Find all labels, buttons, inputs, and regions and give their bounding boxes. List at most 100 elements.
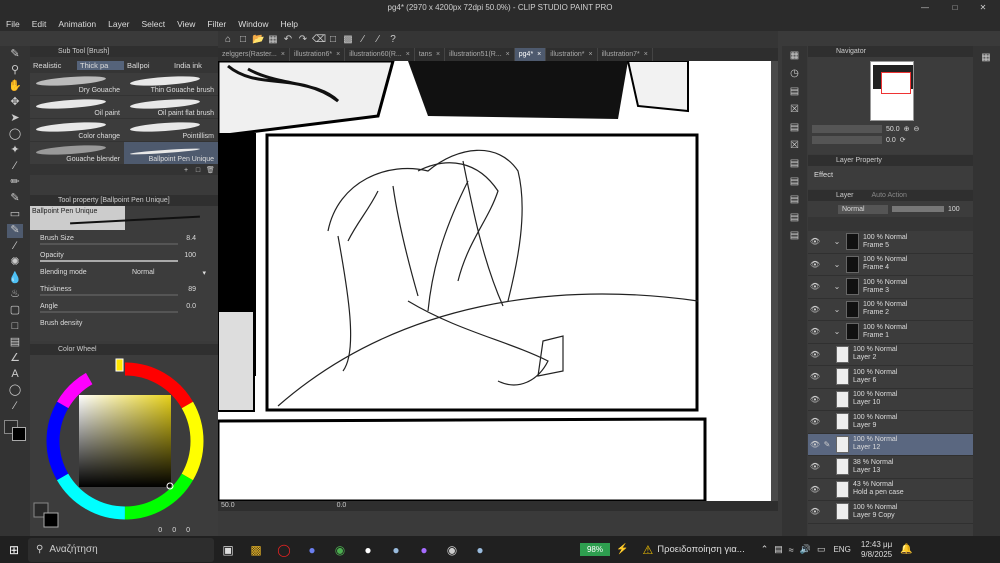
clip-studio-icon[interactable]: ● [354,536,382,563]
tab-document[interactable]: zelggers(Raster... × [218,48,290,61]
warning-icon[interactable]: ⚠ [642,543,653,557]
network-icon[interactable]: ▤ [774,544,783,555]
home-icon[interactable]: ⌂ [222,34,234,46]
add-subtool-icon[interactable]: + [182,165,190,174]
figure-icon[interactable]: □ [7,320,23,334]
marker-icon[interactable]: ✎ [7,192,23,206]
materials-icon[interactable]: ▤ [789,86,801,98]
subtool-tab[interactable]: India ink [171,61,218,70]
brush-icon[interactable]: ✎ [7,224,23,238]
brush-item[interactable]: Oil paint flat brush [124,96,218,119]
pencil-icon[interactable]: ✏ [7,176,23,190]
opera-icon[interactable]: ◯ [270,536,298,563]
rotation-value[interactable]: 0.0 [337,502,347,509]
text-icon[interactable]: A [7,368,23,382]
zoom-slider[interactable] [812,125,882,133]
chevron-down-icon[interactable]: ⌄ [832,305,842,314]
layer-row[interactable]: 👁 38 % Normal Layer 13 [808,456,973,479]
close-button[interactable]: ✕ [968,0,998,16]
layer-row[interactable]: 👁 ⌄ 100 % Normal Frame 4 [808,254,973,276]
redo-icon[interactable]: ↷ [297,34,309,46]
warning-text[interactable]: Προειδοποίηση για... [657,544,745,555]
menu-help[interactable]: Help [274,19,303,29]
menu-layer[interactable]: Layer [102,19,135,29]
layer-row[interactable]: 👁 ⌄ 100 % Normal Frame 5 [808,231,973,254]
layer-row[interactable]: 👁 100 % Normal Layer 9 Copy [808,501,973,524]
opacity-slider[interactable]: Opacity 100 [30,247,218,264]
ruler-tool-icon[interactable]: ∠ [7,352,23,366]
messenger-icon[interactable]: ● [410,536,438,563]
layer-row[interactable]: 👁 ✎ 100 % Normal Layer 12 [808,433,973,456]
brush-density-slider[interactable]: Brush density [30,315,218,332]
airbrush-icon[interactable]: ∕ [7,240,23,254]
open-icon[interactable]: 📂 [252,34,264,46]
fill-icon[interactable]: ▩ [342,34,354,46]
tab-document[interactable]: illustration51(R... × [445,48,515,61]
chevron-down-icon[interactable]: ⌄ [832,237,842,246]
brush-item-selected[interactable]: Ballpoint Pen Unique [124,142,218,165]
layer-row[interactable]: 👁 ⌄ 100 % Normal Frame 1 [808,321,973,344]
eraser-icon[interactable]: ▭ [7,208,23,222]
eye-icon[interactable]: 👁 [808,507,822,516]
brush-item[interactable]: Dry Gouache [30,73,124,96]
clear-icon[interactable]: ⌫ [312,34,326,46]
menu-edit[interactable]: Edit [26,19,53,29]
layer-row[interactable]: 👁 43 % Normal Hold a pen case [808,479,973,501]
undo-icon[interactable]: ↶ [282,34,294,46]
battery-icon[interactable]: ▭ [817,544,826,555]
history-icon[interactable]: ◷ [789,68,801,80]
animation-icon[interactable]: ▤ [789,158,801,170]
pen-icon[interactable]: ✎ [822,440,832,449]
close-icon[interactable]: × [537,48,541,61]
materials-icon[interactable]: ▦ [980,52,992,64]
save-icon[interactable]: ▦ [267,34,279,46]
eye-icon[interactable]: 👁 [808,440,822,449]
zoom-icon[interactable]: ⚲ [7,64,23,78]
main-color-swatch[interactable] [43,512,59,528]
frame-icon[interactable]: ▤ [7,336,23,350]
eye-icon[interactable]: 👁 [808,462,822,471]
notification-icon[interactable]: 🔔 [900,544,912,555]
eye-icon[interactable]: 👁 [808,327,822,336]
blending-mode-select[interactable]: Blending mode Normal ▾ [30,264,218,281]
color-wheel[interactable] [30,355,218,536]
windows-start-icon[interactable]: ⊞ [0,536,28,563]
correct-line-icon[interactable]: ∕ [7,400,23,414]
battery-indicator[interactable]: 98% [580,543,610,556]
close-icon[interactable]: × [406,48,410,61]
pen-icon[interactable]: ✎ [7,48,23,62]
delete-subtool-icon[interactable]: 🗑 [206,165,215,174]
navigator-angle[interactable]: 0.0 [886,137,896,144]
eye-icon[interactable]: 👁 [808,305,822,314]
discord-icon[interactable]: ● [298,536,326,563]
layer-row[interactable]: 👁 100 % Normal Layer 6 [808,366,973,389]
eye-icon[interactable]: 👁 [808,237,822,246]
tab-document[interactable]: illustration* × [546,48,598,61]
help-icon[interactable]: ? [387,34,399,46]
eye-icon[interactable]: 👁 [808,395,822,404]
canvas-area[interactable] [218,61,778,501]
navigator-zoom[interactable]: 50.0 [886,126,900,133]
auto-select-icon[interactable]: ✦ [7,144,23,158]
blend-icon[interactable]: 💧 [7,272,23,286]
subtool-tab[interactable]: Realistic [30,61,77,70]
menu-file[interactable]: File [0,19,26,29]
language-indicator[interactable]: ENG [833,545,850,554]
chevron-down-icon[interactable]: ⌄ [832,260,842,269]
quick-access-icon[interactable]: ▤ [789,194,801,206]
tab-document[interactable]: illustration6* × [290,48,346,61]
hand-icon[interactable]: ✋ [7,80,23,94]
decoration-icon[interactable]: ✺ [7,256,23,270]
move-icon[interactable]: ✥ [7,96,23,110]
clock[interactable]: 12:43 μμ 9/8/2025 [861,540,892,560]
steam-icon[interactable]: ● [382,536,410,563]
tab-document[interactable]: tans × [415,48,446,61]
slider-track[interactable] [40,260,178,262]
zoom-in-icon[interactable]: ⊕ [904,125,910,133]
layer-row[interactable]: 👁 100 % Normal Layer 2 [808,344,973,366]
eye-icon[interactable]: 👁 [808,485,822,494]
eye-icon[interactable]: 👁 [808,282,822,291]
tab-document-active[interactable]: pg4* × [514,48,547,61]
maximize-button[interactable]: □ [940,0,970,16]
slider-track[interactable] [40,294,178,296]
